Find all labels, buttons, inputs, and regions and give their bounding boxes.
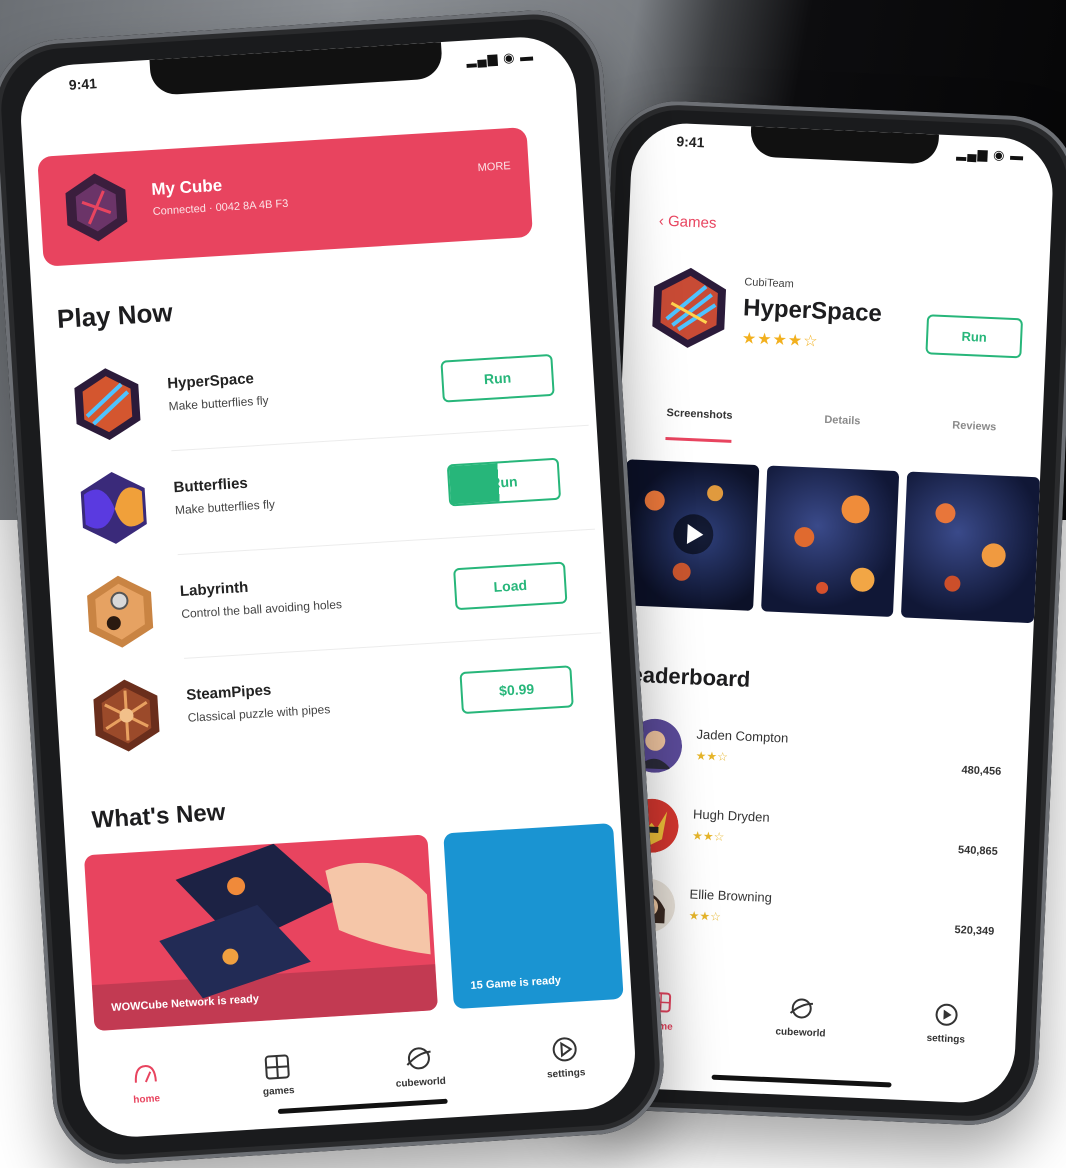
hyperspace-icon <box>652 267 727 348</box>
game-desc: Make butterflies fly <box>174 497 276 518</box>
news-card[interactable]: 15 Game is ready <box>443 823 624 1010</box>
player-name: Hugh Dryden <box>692 806 770 825</box>
play-icon[interactable] <box>620 459 759 611</box>
game-name: HyperSpace <box>166 370 255 393</box>
home-icon <box>134 1064 157 1083</box>
butterflies-icon <box>80 471 147 544</box>
screenshot-art <box>793 495 875 594</box>
player-score: 520,349 <box>954 924 995 938</box>
back-button[interactable]: ‹ Games <box>659 212 717 231</box>
player-badge: ★★☆ <box>688 908 722 924</box>
player-name: Jaden Compton <box>696 726 789 746</box>
tab-cubeworld[interactable]: cubeworld <box>393 1041 446 1089</box>
player-badge: ★★☆ <box>695 748 729 764</box>
tab-label: games <box>262 1084 295 1098</box>
run-button[interactable]: Run <box>925 314 1024 359</box>
tab-settings[interactable]: settings <box>926 998 966 1045</box>
tab-screenshots[interactable]: Screenshots <box>665 400 734 443</box>
tab-bar: home games cubeworld settings <box>78 1022 637 1116</box>
screen-home: 9:41 ▂▄▆ ◉ ▬ My Cube Connected · 0042 8A… <box>17 34 639 1140</box>
segment-control: Screenshots Details Reviews <box>619 399 1042 457</box>
cube-subtitle: Connected · 0042 8A 4B F3 <box>152 197 289 218</box>
player-badge: ★★☆ <box>691 828 725 844</box>
tab-details[interactable]: Details <box>823 408 861 450</box>
steampipes-icon <box>93 679 160 752</box>
player-score: 540,865 <box>957 844 999 858</box>
tab-games[interactable]: games <box>261 1051 295 1098</box>
rating-stars: ★★★★☆ <box>741 330 819 351</box>
notch <box>149 42 444 96</box>
settings-icon <box>552 1036 577 1061</box>
leaderboard-row[interactable]: Jaden Compton ★★☆ 480,456 <box>618 713 1009 804</box>
whats-new-title: What's New <box>90 798 227 834</box>
game-desc: Control the ball avoiding holes <box>180 597 343 621</box>
status-time: 9:41 <box>676 133 705 151</box>
load-button[interactable]: Load <box>453 561 568 611</box>
hyperspace-icon <box>74 368 141 441</box>
cube-logo-icon <box>65 173 128 242</box>
game-desc: Make butterflies fly <box>168 393 269 414</box>
screenshot-video[interactable] <box>620 459 760 611</box>
publisher-label: CubiTeam <box>744 276 795 291</box>
phone-home: 9:41 ▂▄▆ ◉ ▬ My Cube Connected · 0042 8A… <box>0 6 668 1168</box>
notch <box>749 126 939 165</box>
game-desc: Classical puzzle with pipes <box>187 702 331 725</box>
settings-icon <box>935 1003 958 1026</box>
tab-label: cubeworld <box>395 1075 447 1090</box>
my-cube-banner[interactable]: My Cube Connected · 0042 8A 4B F3 MORE <box>37 127 534 267</box>
status-icons: ▂▄▆ ◉ ▬ <box>956 145 1025 164</box>
leaderboard-row[interactable]: Hugh Dryden ★★☆ 540,865 <box>615 793 1006 884</box>
game-name: Labyrinth <box>179 578 249 601</box>
screenshot-carousel[interactable] <box>620 459 1041 627</box>
tab-cubeworld[interactable]: cubeworld <box>775 992 827 1039</box>
tab-label: home <box>132 1092 161 1106</box>
screenshot[interactable] <box>760 465 900 618</box>
labyrinth-icon <box>87 575 154 648</box>
tab-settings[interactable]: settings <box>545 1033 586 1080</box>
screen-game-detail: 9:41 ▂▄▆ ◉ ▬ ‹ Games CubiTeam HyperSpace… <box>591 121 1055 1105</box>
news-caption: 15 Game is ready <box>470 974 562 993</box>
game-name: Butterflies <box>173 474 249 497</box>
home-indicator <box>711 1074 892 1088</box>
cube-title: My Cube <box>150 175 223 200</box>
tab-home[interactable]: home <box>129 1059 162 1106</box>
grid-icon <box>264 1054 290 1079</box>
run-button[interactable]: Run <box>440 353 555 403</box>
tab-label: settings <box>546 1066 586 1081</box>
game-title: HyperSpace <box>742 294 883 328</box>
tab-reviews[interactable]: Reviews <box>951 413 997 455</box>
play-now-title: Play Now <box>56 297 174 335</box>
screenshot-art <box>935 503 1007 592</box>
planet-icon <box>406 1046 432 1069</box>
status-icons: ▂▄▆ ◉ ▬ <box>465 48 535 68</box>
run-button[interactable]: Run <box>446 457 562 507</box>
player-score: 480,456 <box>961 764 1002 778</box>
screenshot[interactable] <box>901 471 1041 624</box>
planet-icon <box>789 997 813 1018</box>
tab-label: settings <box>926 1032 966 1046</box>
player-name: Ellie Browning <box>689 886 773 906</box>
leaderboard-row[interactable]: Ellie Browning ★★☆ 520,349 <box>611 873 1002 964</box>
status-time: 9:41 <box>68 75 98 93</box>
tab-label: cubeworld <box>775 1025 826 1040</box>
news-card[interactable]: WOWCube Network is ready <box>83 834 439 1032</box>
buy-button[interactable]: $0.99 <box>459 665 574 715</box>
cube-more-link[interactable]: MORE <box>477 160 511 174</box>
game-name: SteamPipes <box>185 681 272 704</box>
